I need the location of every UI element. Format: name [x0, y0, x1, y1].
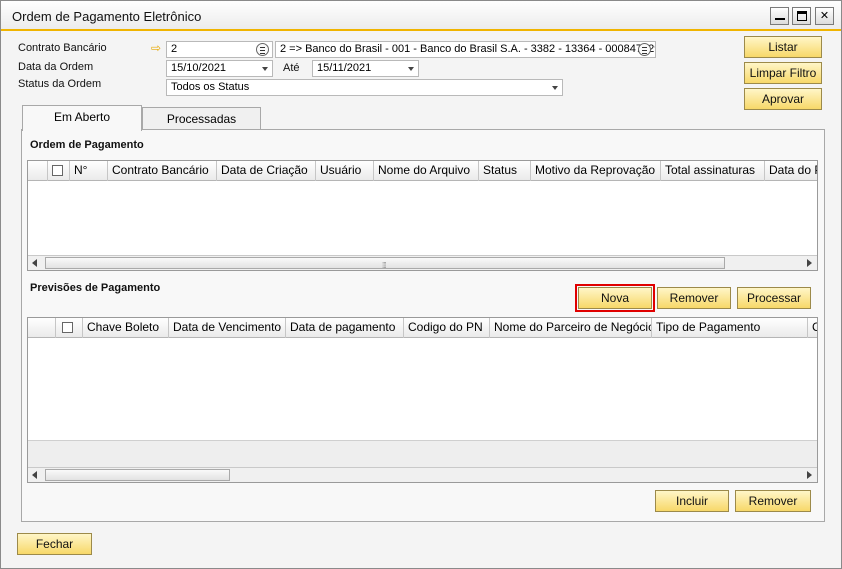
col-usuario[interactable]: Usuário: [316, 161, 374, 181]
data-to-value: 15/11/2021: [317, 62, 372, 74]
grid-footer-area: [28, 440, 817, 467]
data-to-select[interactable]: 15/11/2021: [312, 60, 419, 77]
col-contrato[interactable]: Contrato Bancário: [108, 161, 217, 181]
tab-em-aberto[interactable]: Em Aberto: [22, 105, 142, 131]
row-selector-column: [28, 318, 56, 338]
status-value: Todos os Status: [171, 81, 250, 93]
previsoes-grid-header: Chave Boleto Data de Vencimento Data de …: [28, 318, 817, 338]
col-data-criacao[interactable]: Data de Criação: [217, 161, 316, 181]
data-ordem-label: Data da Ordem: [18, 61, 94, 73]
select-all-column: [56, 318, 83, 338]
col-c[interactable]: C: [808, 318, 817, 338]
col-status[interactable]: Status: [479, 161, 531, 181]
chevron-down-icon: [262, 67, 268, 71]
ordem-horizontal-scrollbar[interactable]: ⁞⁞⁞: [28, 255, 817, 270]
contrato-description-field: 2 => Banco do Brasil - 001 - Banco do Br…: [275, 41, 656, 58]
processar-button[interactable]: Processar: [737, 287, 811, 309]
col-codigo-pn[interactable]: Codigo do PN: [404, 318, 490, 338]
grip-icon: ⁞⁞⁞: [382, 261, 387, 270]
data-from-value: 15/10/2021: [171, 62, 227, 74]
nova-button[interactable]: Nova: [575, 284, 655, 312]
col-data-pagamento[interactable]: Data de pagamento: [286, 318, 404, 338]
aprovar-button[interactable]: Aprovar: [744, 88, 822, 110]
ordem-grid[interactable]: N° Contrato Bancário Data de Criação Usu…: [27, 160, 818, 271]
scroll-left-icon[interactable]: [32, 471, 37, 479]
col-motivo-reprovacao[interactable]: Motivo da Reprovação: [531, 161, 661, 181]
chevron-down-icon: [552, 86, 558, 90]
listar-button[interactable]: Listar: [744, 36, 822, 58]
tab-processadas[interactable]: Processadas: [142, 107, 261, 131]
title-bar: Ordem de Pagamento Eletrônico ✕: [1, 1, 841, 31]
contrato-label: Contrato Bancário: [18, 42, 107, 54]
col-data-vencimento[interactable]: Data de Vencimento: [169, 318, 286, 338]
window-title: Ordem de Pagamento Eletrônico: [12, 9, 202, 24]
minimize-button[interactable]: [770, 7, 789, 25]
col-numero[interactable]: N°: [70, 161, 108, 181]
col-tipo-pagamento[interactable]: Tipo de Pagamento: [652, 318, 808, 338]
description-list-icon[interactable]: [638, 43, 651, 56]
link-arrow-icon[interactable]: ⇨: [151, 41, 161, 55]
scroll-thumb[interactable]: [45, 469, 230, 481]
close-icon: ✕: [819, 10, 830, 22]
incluir-button[interactable]: Incluir: [655, 490, 729, 512]
status-select[interactable]: Todos os Status: [166, 79, 563, 96]
row-selector-column: [28, 161, 48, 181]
close-button[interactable]: ✕: [815, 7, 834, 25]
col-chave-boleto[interactable]: Chave Boleto: [83, 318, 169, 338]
scroll-right-icon[interactable]: [807, 471, 812, 479]
tab-panel: Ordem de Pagamento N° Contrato Bancário …: [21, 129, 825, 522]
scroll-thumb[interactable]: ⁞⁞⁞: [45, 257, 725, 270]
minimize-icon: [775, 18, 785, 20]
limpar-filtro-button[interactable]: Limpar Filtro: [744, 62, 822, 84]
col-total-assinaturas[interactable]: Total assinaturas: [661, 161, 765, 181]
maximize-button[interactable]: [792, 7, 811, 25]
status-label: Status da Ordem: [18, 78, 102, 90]
ate-label: Até: [283, 62, 300, 74]
contrato-description: 2 => Banco do Brasil - 001 - Banco do Br…: [280, 43, 656, 55]
payment-order-window: Ordem de Pagamento Eletrônico ✕ Contrato…: [0, 0, 842, 569]
ordem-section-title: Ordem de Pagamento: [30, 139, 144, 151]
data-from-select[interactable]: 15/10/2021: [166, 60, 273, 77]
previsoes-section-title: Previsões de Pagamento: [30, 282, 161, 294]
col-data-processamento[interactable]: Data do Pr: [765, 161, 817, 181]
contrato-value: 2: [171, 43, 178, 55]
chevron-down-icon: [408, 67, 414, 71]
previsoes-grid[interactable]: Chave Boleto Data de Vencimento Data de …: [27, 317, 818, 483]
contrato-input[interactable]: 2: [166, 41, 273, 58]
remover-button[interactable]: Remover: [735, 490, 811, 512]
col-nome-arquivo[interactable]: Nome do Arquivo: [374, 161, 479, 181]
scroll-right-icon[interactable]: [807, 259, 812, 267]
remover-previsao-button[interactable]: Remover: [657, 287, 731, 309]
select-all-checkbox[interactable]: [62, 322, 73, 333]
ordem-grid-header: N° Contrato Bancário Data de Criação Usu…: [28, 161, 817, 181]
select-all-checkbox[interactable]: [52, 165, 63, 176]
col-nome-parceiro[interactable]: Nome do Parceiro de Negócio: [490, 318, 652, 338]
maximize-icon: [797, 11, 807, 21]
scroll-left-icon[interactable]: [32, 259, 37, 267]
choose-from-list-icon[interactable]: [256, 43, 269, 56]
select-all-column: [48, 161, 70, 181]
previsoes-horizontal-scrollbar[interactable]: [28, 467, 817, 482]
fechar-button[interactable]: Fechar: [17, 533, 92, 555]
